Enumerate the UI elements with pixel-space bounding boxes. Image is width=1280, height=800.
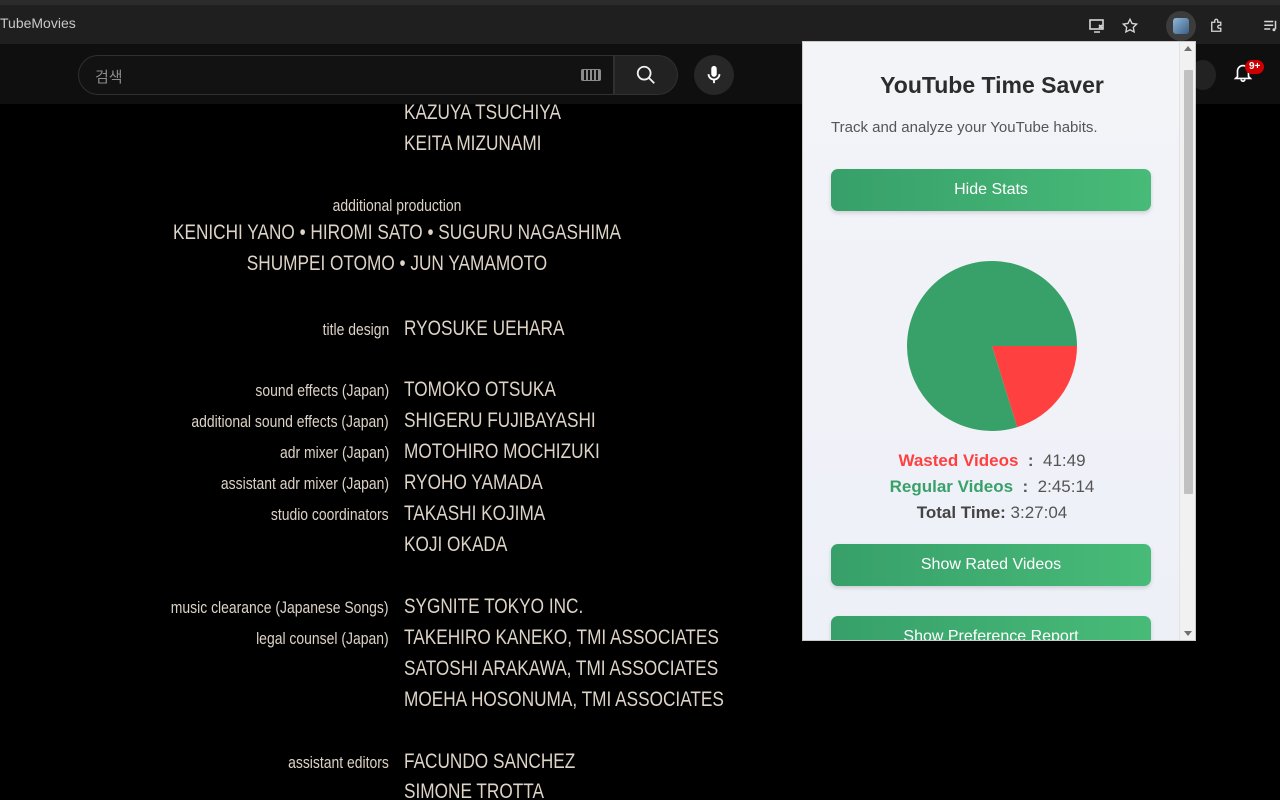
credit-name: KEITA MIZUNAMI (404, 132, 542, 155)
credit-name: SHUMPEI OTOMO • JUN YAMAMOTO (246, 252, 548, 275)
credit-name: SATOSHI ARAKAWA, TMI ASSOCIATES (404, 657, 719, 680)
extension-avatar-icon[interactable] (1166, 11, 1196, 41)
total-time-stat: Total Time: 3:27:04 (803, 503, 1181, 523)
tab-title[interactable]: TubeMovies (0, 15, 76, 31)
credit-name: RYOSUKE UEHARA (404, 317, 565, 340)
total-time-value: 3:27:04 (1010, 503, 1068, 522)
install-icon[interactable] (1084, 13, 1110, 39)
credit-role: assistant editors (288, 753, 389, 772)
credit-name: SHIGERU FUJIBAYASHI (404, 409, 596, 432)
credit-name: MOTOHIRO MOCHIZUKI (404, 440, 600, 463)
credit-role: title design (322, 320, 389, 339)
popup-subtitle: Track and analyze your YouTube habits. (831, 119, 1098, 136)
credit-role: assistant adr mixer (Japan) (220, 474, 389, 493)
scroll-down-arrow-icon[interactable] (1184, 631, 1192, 636)
credit-name: TAKASHI KOJIMA (404, 502, 546, 525)
credit-name: KAZUYA TSUCHIYA (404, 101, 561, 124)
video-credits: KAZUYA TSUCHIYA KEITA MIZUNAMI additiona… (0, 101, 800, 800)
credit-name: TAKEHIRO KANEKO, TMI ASSOCIATES (404, 626, 719, 649)
microphone-icon (707, 65, 721, 84)
wasted-videos-stat: Wasted Videos : 41:49 (898, 451, 1086, 470)
credit-role: adr mixer (Japan) (279, 443, 389, 462)
credit-name: TOMOKO OTSUKA (404, 378, 556, 401)
puzzle-icon[interactable] (1204, 13, 1230, 39)
regular-videos-value: 2:45:14 (1037, 477, 1095, 496)
scroll-thumb[interactable] (1184, 70, 1193, 494)
credit-role: additional sound effects (Japan) (191, 412, 389, 431)
credit-name: SYGNITE TOKYO INC. (404, 595, 584, 618)
regular-videos-stat: Regular Videos : 2:45:14 (889, 477, 1095, 496)
time-pie-chart (907, 261, 1077, 431)
time-saver-popup: YouTube Time Saver Track and analyze you… (802, 41, 1196, 641)
regular-videos-label: Regular Videos (889, 477, 1014, 496)
total-time-label: Total Time: (916, 503, 1006, 522)
credit-name: KOJI OKADA (404, 533, 508, 556)
show-rated-videos-button[interactable]: Show Rated Videos (831, 544, 1151, 586)
popup-scrollbar[interactable] (1179, 42, 1195, 640)
show-preference-report-button[interactable]: Show Preference Report (831, 616, 1151, 640)
search-button[interactable] (614, 55, 678, 95)
credit-name: FACUNDO SANCHEZ (404, 750, 576, 773)
keyboard-icon[interactable] (581, 69, 601, 81)
notification-badge: 9+ (1245, 60, 1265, 74)
credit-name: MOEHA HOSONUMA, TMI ASSOCIATES (404, 688, 724, 711)
wasted-videos-value: 41:49 (1043, 451, 1086, 470)
credit-role: sound effects (Japan) (255, 381, 389, 400)
popup-title: YouTube Time Saver (880, 72, 1104, 98)
voice-search-button[interactable] (694, 55, 734, 95)
search-input[interactable]: 검색 (78, 55, 614, 95)
credit-name: SIMONE TROTTA (404, 780, 545, 800)
credit-role: music clearance (Japanese Songs) (171, 598, 389, 617)
star-icon[interactable] (1117, 13, 1143, 39)
credit-name: KENICHI YANO • HIROMI SATO • SUGURU NAGA… (172, 221, 622, 244)
credit-name: RYOHO YAMADA (404, 471, 543, 494)
hide-stats-button[interactable]: Hide Stats (831, 169, 1151, 211)
credit-role: studio coordinators (271, 505, 389, 524)
playlist-icon[interactable] (1258, 13, 1280, 39)
browser-toolbar: TubeMovies (0, 0, 1280, 44)
wasted-videos-label: Wasted Videos (898, 451, 1019, 470)
credit-role: legal counsel (Japan) (256, 629, 389, 648)
credit-role: additional production (332, 196, 462, 215)
search-icon (636, 65, 655, 84)
scroll-up-arrow-icon[interactable] (1184, 46, 1192, 51)
search-placeholder: 검색 (95, 69, 123, 86)
